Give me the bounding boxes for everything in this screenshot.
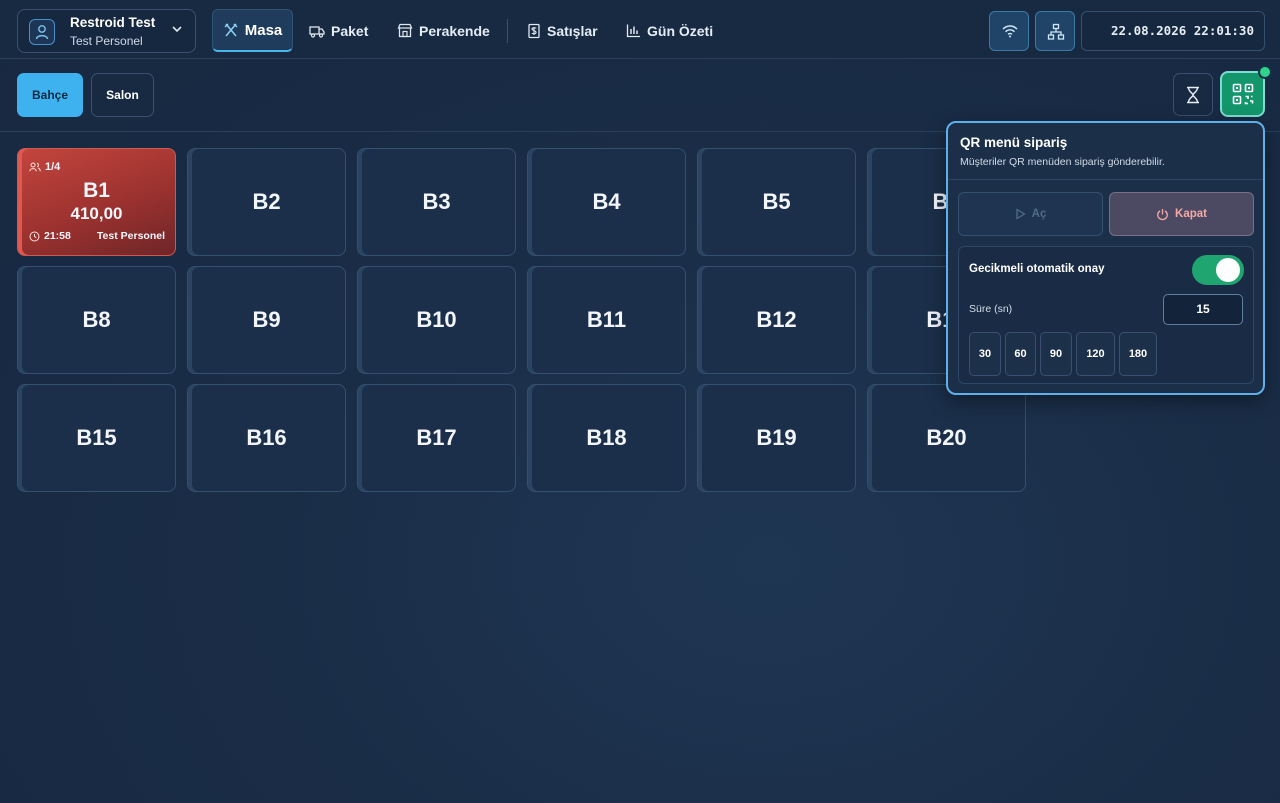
table-card-b2[interactable]: B2 bbox=[187, 148, 346, 256]
qr-open-button[interactable]: Aç bbox=[958, 192, 1103, 236]
power-icon bbox=[1157, 208, 1168, 220]
wifi-button[interactable] bbox=[989, 11, 1029, 51]
table-card-b20[interactable]: B20 bbox=[867, 384, 1026, 492]
guest-count-text: 1/4 bbox=[45, 161, 61, 173]
qr-open-label: Aç bbox=[1031, 208, 1047, 220]
preset-60-button[interactable]: 60 bbox=[1005, 332, 1036, 376]
tab-label: Satışlar bbox=[547, 22, 598, 39]
table-staff: Test Personel bbox=[96, 230, 165, 242]
table-card-b11[interactable]: B11 bbox=[527, 266, 686, 374]
table-card-b8[interactable]: B8 bbox=[17, 266, 176, 374]
table-card-b5[interactable]: B5 bbox=[697, 148, 856, 256]
table-card-b12[interactable]: B12 bbox=[697, 266, 856, 374]
table-card-b4[interactable]: B4 bbox=[527, 148, 686, 256]
user-name: Restroid Test bbox=[70, 15, 156, 30]
top-bar: Restroid Test Test Personel Masa Paket P… bbox=[0, 0, 1280, 59]
qr-close-label: Kapat bbox=[1175, 208, 1207, 220]
qr-panel-title: QR menü sipariş bbox=[960, 135, 1068, 150]
table-card-b15[interactable]: B15 bbox=[17, 384, 176, 492]
preset-90-button[interactable]: 90 bbox=[1040, 332, 1072, 376]
auto-approve-settings: Gecikmeli otomatik onay Süre (sn) 15 30 … bbox=[958, 246, 1254, 384]
tab-label: Perakende bbox=[419, 22, 490, 39]
chevron-down-icon bbox=[172, 26, 182, 33]
duration-input[interactable]: 15 bbox=[1163, 294, 1243, 325]
table-card-b3[interactable]: B3 bbox=[357, 148, 516, 256]
users-icon bbox=[29, 162, 41, 172]
preset-180-button[interactable]: 180 bbox=[1119, 332, 1157, 376]
auto-approve-toggle[interactable] bbox=[1192, 255, 1244, 285]
qr-menu-panel: QR menü sipariş Müşteriler QR menüden si… bbox=[946, 121, 1265, 395]
tab-perakende[interactable]: Perakende bbox=[397, 9, 490, 52]
qr-close-button[interactable]: Kapat bbox=[1109, 192, 1254, 236]
bar-chart-icon bbox=[626, 24, 640, 38]
clock-icon bbox=[29, 231, 40, 241]
toggle-knob bbox=[1216, 258, 1240, 282]
tab-masa[interactable]: Masa bbox=[212, 9, 293, 52]
table-amount: 410,00 bbox=[70, 204, 123, 223]
user-switcher[interactable]: Restroid Test Test Personel bbox=[17, 9, 196, 53]
user-role: Test Personel bbox=[70, 34, 143, 48]
hourglass-icon bbox=[1187, 86, 1199, 104]
preset-120-button[interactable]: 120 bbox=[1076, 332, 1115, 376]
table-card-b19[interactable]: B19 bbox=[697, 384, 856, 492]
utensils-icon bbox=[224, 23, 238, 37]
qr-panel-subtitle: Müşteriler QR menüden sipariş gönderebil… bbox=[960, 156, 1165, 168]
table-card-b18[interactable]: B18 bbox=[527, 384, 686, 492]
table-card-b9[interactable]: B9 bbox=[187, 266, 346, 374]
section-salon[interactable]: Salon bbox=[91, 73, 154, 117]
qr-menu-button[interactable] bbox=[1220, 71, 1265, 117]
user-icon bbox=[29, 19, 55, 45]
store-icon bbox=[397, 23, 413, 38]
table-card-b16[interactable]: B16 bbox=[187, 384, 346, 492]
table-card-b17[interactable]: B17 bbox=[357, 384, 516, 492]
preset-30-button[interactable]: 30 bbox=[969, 332, 1001, 376]
table-card-b10[interactable]: B10 bbox=[357, 266, 516, 374]
truck-icon bbox=[309, 25, 325, 38]
table-card-b1[interactable]: 1/4 B1 410,00 21:58 Test Personel bbox=[17, 148, 176, 256]
tab-satislar[interactable]: Satışlar bbox=[527, 9, 598, 52]
play-icon bbox=[1015, 208, 1026, 220]
auto-approve-label: Gecikmeli otomatik onay bbox=[969, 263, 1105, 275]
pending-orders-button[interactable] bbox=[1173, 73, 1213, 116]
tab-gun-ozeti[interactable]: Gün Özeti bbox=[626, 9, 713, 52]
tab-label: Paket bbox=[331, 22, 369, 39]
wifi-icon bbox=[1002, 25, 1018, 38]
open-time: 21:58 bbox=[29, 230, 71, 242]
qr-active-indicator bbox=[1258, 65, 1272, 79]
tab-paket[interactable]: Paket bbox=[309, 9, 368, 52]
datetime-display: 22.08.2026 22:01:30 bbox=[1081, 11, 1265, 51]
open-time-text: 21:58 bbox=[44, 230, 71, 242]
qr-code-icon bbox=[1232, 83, 1254, 105]
divider bbox=[948, 179, 1263, 180]
tab-label: Gün Özeti bbox=[647, 22, 714, 39]
network-icon bbox=[1047, 23, 1065, 40]
section-bahce[interactable]: Bahçe bbox=[17, 73, 83, 117]
duration-label: Süre (sn) bbox=[969, 303, 1013, 315]
receipt-icon bbox=[528, 23, 540, 38]
tab-label: Masa bbox=[244, 21, 283, 39]
guest-count: 1/4 bbox=[29, 161, 60, 173]
table-name: B1 bbox=[83, 179, 110, 202]
nav-divider bbox=[507, 19, 508, 43]
network-button[interactable] bbox=[1035, 11, 1075, 51]
